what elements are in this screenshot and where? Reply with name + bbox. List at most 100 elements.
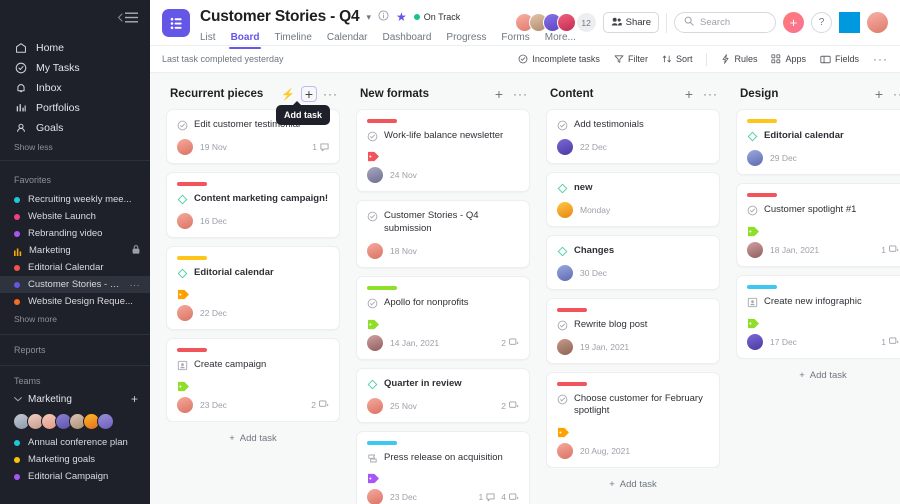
avatar[interactable] — [177, 139, 193, 155]
tab-progress[interactable]: Progress — [446, 32, 486, 49]
share-button[interactable]: Share — [603, 12, 659, 33]
show-more-link[interactable]: Show more — [0, 310, 150, 324]
lightning-icon[interactable]: ⚡ — [281, 88, 295, 101]
sidebar-item-inbox[interactable]: Inbox — [0, 78, 150, 98]
sidebar-project-recruiting-weekly-meeting[interactable]: Recruiting weekly mee... — [0, 191, 150, 208]
column-add-task-button[interactable]: + — [871, 87, 887, 101]
sidebar-item-my-tasks[interactable]: My Tasks — [0, 58, 150, 78]
toolbar-label: Sort — [676, 54, 693, 64]
toolbar-divider — [706, 53, 707, 66]
column-add-task-link[interactable]: + Add task — [546, 468, 720, 501]
task-card[interactable]: Work-life balance newsletter 24 Nov — [356, 109, 530, 193]
avatar[interactable] — [747, 334, 763, 350]
avatar[interactable] — [367, 398, 383, 414]
task-card[interactable]: Customer spotlight #1 18 Jan, 2021 1 — [736, 183, 900, 267]
avatar[interactable] — [97, 413, 114, 430]
search-input[interactable]: Search — [674, 12, 776, 33]
task-card[interactable]: Quarter in review 25 Nov 2 — [356, 368, 530, 423]
avatar[interactable] — [367, 167, 383, 183]
column-overflow-button[interactable]: ··· — [893, 88, 900, 100]
column-overflow-button[interactable]: ··· — [513, 88, 528, 100]
avatar[interactable] — [747, 150, 763, 166]
incomplete-tasks-filter[interactable]: Incomplete tasks — [518, 54, 600, 64]
sidebar-project-marketing[interactable]: Marketing — [0, 242, 150, 259]
toolbar-overflow-button[interactable]: ··· — [873, 53, 888, 65]
avatar[interactable] — [367, 243, 383, 259]
star-filled-icon[interactable]: ★ — [396, 10, 407, 24]
task-card[interactable]: Create new infographic 17 Dec 1 — [736, 275, 900, 359]
task-card[interactable]: Rewrite blog post 19 Jan, 2021 — [546, 298, 720, 364]
avatar[interactable] — [557, 202, 573, 218]
subtask-count: 2 — [501, 401, 506, 411]
team-marketing-row[interactable]: Marketing + — [0, 390, 150, 408]
task-card[interactable]: Editorial calendar 22 Dec — [166, 246, 340, 330]
avatar[interactable] — [747, 242, 763, 258]
column-overflow-button[interactable]: ··· — [703, 88, 718, 100]
collapse-panel-icon[interactable] — [117, 12, 138, 23]
sidebar-item-home[interactable]: Home — [0, 38, 150, 58]
task-card[interactable]: Add testimonials 22 Dec — [546, 109, 720, 164]
plus-icon: + — [229, 433, 235, 444]
avatar[interactable] — [367, 335, 383, 351]
task-card[interactable]: Choose customer for February spotlight 2… — [546, 372, 720, 469]
user-avatar[interactable] — [867, 12, 888, 33]
avatar[interactable] — [557, 443, 573, 459]
avatar[interactable] — [177, 213, 193, 229]
column-overflow-button[interactable]: ··· — [323, 88, 338, 100]
column-add-task-button[interactable]: + — [301, 86, 317, 102]
task-card[interactable]: Press release on acquisition 23 Dec 1 4 — [356, 431, 530, 504]
avatar[interactable] — [367, 489, 383, 504]
avatar[interactable] — [177, 305, 193, 321]
sidebar-team-project-editorial-campaign[interactable]: Editorial Campaign — [0, 468, 150, 485]
chevron-down-icon[interactable]: ▾ — [366, 12, 371, 23]
tab-calendar[interactable]: Calendar — [327, 32, 368, 49]
sidebar-project-rebranding-video[interactable]: Rebranding video — [0, 225, 150, 242]
info-circle-icon[interactable] — [378, 8, 389, 26]
tab-timeline[interactable]: Timeline — [274, 32, 311, 49]
sidebar-project-website-launch[interactable]: Website Launch — [0, 208, 150, 225]
sidebar-project-website-design-request[interactable]: Website Design Reque... — [0, 293, 150, 310]
avatar[interactable] — [557, 339, 573, 355]
avatar[interactable] — [557, 265, 573, 281]
task-card[interactable]: Create campaign 23 Dec 2 — [166, 338, 340, 422]
sidebar-project-editorial-calendar[interactable]: Editorial Calendar — [0, 259, 150, 276]
avatar[interactable] — [177, 397, 193, 413]
rules-button[interactable]: Rules — [721, 54, 757, 64]
sort-button[interactable]: Sort — [662, 54, 693, 64]
filter-button[interactable]: Filter — [614, 54, 648, 64]
task-card[interactable]: new Monday — [546, 172, 720, 227]
help-button[interactable]: ? — [811, 12, 832, 33]
blue-square-icon[interactable] — [839, 12, 860, 33]
task-card[interactable]: Changes 30 Dec — [546, 235, 720, 290]
fields-button[interactable]: Fields — [820, 54, 859, 64]
apps-button[interactable]: Apps — [771, 54, 806, 64]
sidebar-team-project-marketing-goals[interactable]: Marketing goals — [0, 451, 150, 468]
column-add-task-button[interactable]: + — [491, 87, 507, 101]
project-overflow-icon[interactable]: ··· — [130, 280, 141, 290]
sidebar-team-project-annual-conference-plan[interactable]: Annual conference plan — [0, 434, 150, 451]
sidebar-item-goals[interactable]: Goals — [0, 118, 150, 138]
diamond-icon — [557, 183, 568, 194]
task-card[interactable]: Editorial calendar 29 Dec — [736, 109, 900, 175]
show-less-link[interactable]: Show less — [0, 138, 150, 152]
quick-add-button[interactable]: + — [783, 12, 804, 33]
task-card[interactable]: Apollo for nonprofits 14 Jan, 2021 2 — [356, 276, 530, 360]
sidebar-project-customer-stories-q4[interactable]: Customer Stories - Q4 ··· — [0, 276, 150, 293]
member-count-badge[interactable]: 12 — [577, 13, 596, 32]
avatar[interactable] — [557, 139, 573, 155]
column-add-task-link[interactable]: + Add task — [166, 422, 340, 455]
add-project-icon[interactable]: + — [131, 393, 138, 405]
tab-list[interactable]: List — [200, 32, 216, 49]
status-badge[interactable]: On Track — [414, 12, 461, 22]
task-card[interactable]: Customer Stories - Q4 submission 18 Nov — [356, 200, 530, 268]
tab-forms[interactable]: Forms — [501, 32, 529, 49]
tab-more[interactable]: More... — [545, 32, 576, 49]
avatar[interactable] — [557, 13, 576, 32]
chevron-down-icon[interactable] — [14, 394, 22, 405]
column-add-task-button[interactable]: + — [681, 87, 697, 101]
sidebar-item-portfolios[interactable]: Portfolios — [0, 98, 150, 118]
tab-board[interactable]: Board — [231, 32, 260, 49]
tab-dashboard[interactable]: Dashboard — [382, 32, 431, 49]
column-add-task-link[interactable]: + Add task — [736, 359, 900, 392]
task-card[interactable]: Content marketing campaign! 16 Dec — [166, 172, 340, 238]
